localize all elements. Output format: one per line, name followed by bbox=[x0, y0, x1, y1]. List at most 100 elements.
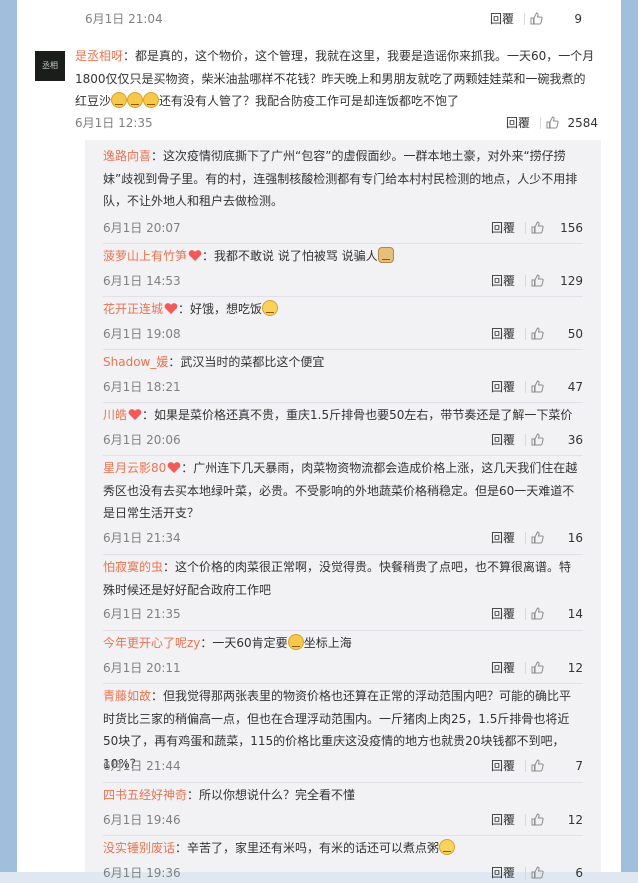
divider bbox=[103, 349, 583, 350]
reply-meta: 6月1日 14:53 回覆 129 bbox=[103, 271, 583, 291]
avatar[interactable]: 丞相 bbox=[35, 51, 65, 81]
reply-username[interactable]: 四书五经好神奇 bbox=[103, 788, 187, 802]
like-button[interactable]: 16 bbox=[527, 528, 583, 548]
reply-username[interactable]: 怕寂寞的虫 bbox=[103, 560, 163, 574]
thumbs-up-icon bbox=[531, 221, 544, 234]
reply-text: 怕寂寞的虫：这个价格的肉菜很正常啊，没觉得贵。快餐稍贵了点吧，也不算很离谱。特殊… bbox=[103, 556, 583, 601]
reply-button[interactable]: 回覆 bbox=[491, 324, 515, 344]
reply-body: ：所以你想说什么？完全看不懂 bbox=[187, 788, 356, 802]
reply-text: 四书五经好神奇：所以你想说什么？完全看不懂 bbox=[103, 784, 583, 807]
reply-button[interactable]: 回覆 bbox=[491, 218, 515, 238]
reply-username[interactable]: 青藤如故 bbox=[103, 689, 151, 703]
divider bbox=[103, 402, 583, 403]
reply-button[interactable]: 回覆 bbox=[506, 113, 530, 133]
reply-item: 川皓 ：如果是菜价格还真不贵，重庆1.5斤排骨也要50左右，带节奏还是了解一下菜价… bbox=[103, 404, 583, 456]
like-count: 16 bbox=[567, 531, 583, 545]
reply-item: 怕寂寞的虫：这个价格的肉菜很正常啊，没觉得贵。快餐稍贵了点吧，也不算很离谱。特殊… bbox=[103, 556, 583, 631]
like-button[interactable]: 12 bbox=[527, 658, 583, 678]
like-count: 50 bbox=[567, 327, 583, 341]
thumbs-up-icon bbox=[530, 12, 543, 25]
divider bbox=[103, 835, 583, 836]
like-count: 12 bbox=[567, 661, 583, 675]
divider bbox=[525, 532, 526, 544]
reply-username[interactable]: 菠萝山上有竹笋 bbox=[103, 249, 187, 263]
reply-body: ：如果是菜价格还真不贵，重庆1.5斤排骨也要50左右，带节奏还是了解一下菜价 bbox=[142, 408, 573, 422]
reply-meta: 6月1日 18:21 回覆 47 bbox=[103, 377, 583, 397]
reply-text: 花开正连城 ：好饿，想吃饭 bbox=[103, 298, 583, 321]
reply-list: 逸路向喜：这次疫情彻底撕下了广州“包容”的虚假面纱。一群本地土豪，对外来“捞仔捞… bbox=[85, 140, 601, 880]
like-count: 2584 bbox=[567, 116, 598, 130]
thumbs-up-icon bbox=[531, 380, 544, 393]
like-button[interactable]: 47 bbox=[527, 377, 583, 397]
reply-date: 6月1日 19:36 bbox=[103, 866, 181, 880]
reply-item: 逸路向喜：这次疫情彻底撕下了广州“包容”的虚假面纱。一群本地土豪，对外来“捞仔捞… bbox=[103, 145, 583, 244]
reply-button[interactable]: 回覆 bbox=[491, 863, 515, 883]
like-button[interactable]: 50 bbox=[527, 324, 583, 344]
reply-button[interactable]: 回覆 bbox=[491, 604, 515, 624]
vip-badge-icon bbox=[167, 462, 181, 473]
cry-emoji-icon bbox=[262, 300, 279, 316]
like-button[interactable]: 12 bbox=[527, 810, 583, 830]
like-button[interactable]: 9 bbox=[526, 9, 582, 29]
reply-button[interactable]: 回覆 bbox=[491, 528, 515, 548]
thumbs-up-icon bbox=[531, 531, 544, 544]
divider bbox=[103, 630, 583, 631]
reply-button[interactable]: 回覆 bbox=[491, 810, 515, 830]
like-button[interactable]: 36 bbox=[527, 430, 583, 450]
like-button[interactable]: 156 bbox=[527, 218, 583, 238]
like-count: 129 bbox=[560, 274, 583, 288]
reply-username[interactable]: 逸路向喜 bbox=[103, 149, 151, 163]
reply-item: 没实锤别废话：辛苦了，家里还有米吗，有米的话还可以煮点粥 6月1日 19:36 … bbox=[103, 837, 583, 880]
divider bbox=[525, 662, 526, 674]
divider bbox=[540, 117, 541, 129]
thumbs-up-icon bbox=[531, 759, 544, 772]
like-button[interactable]: 129 bbox=[527, 271, 583, 291]
like-button[interactable]: 7 bbox=[527, 756, 583, 776]
like-button[interactable]: 14 bbox=[527, 604, 583, 624]
reply-body-end: 坐标上海 bbox=[303, 636, 352, 650]
reply-meta: 6月1日 21:35 回覆 14 bbox=[103, 604, 583, 624]
divider bbox=[103, 296, 583, 297]
divider bbox=[103, 455, 583, 456]
reply-item: 菠萝山上有竹笋 ：我都不敢说 说了怕被骂 说骗人 6月1日 14:53 回覆 12… bbox=[103, 245, 583, 297]
thumbs-up-icon bbox=[546, 116, 559, 129]
reply-date: 6月1日 20:11 bbox=[103, 661, 181, 675]
laugh-emoji-icon bbox=[111, 92, 128, 108]
reply-meta: 6月1日 19:08 回覆 50 bbox=[103, 324, 583, 344]
reply-text: 星月云影80 ：广州连下几天暴雨，肉菜物资物流都会造成价格上涨，这几天我们住在越秀… bbox=[103, 457, 583, 525]
vip-badge-icon bbox=[164, 303, 178, 314]
reply-username[interactable]: 今年更开心了呢zy bbox=[103, 636, 200, 650]
reply-button[interactable]: 回覆 bbox=[490, 9, 514, 29]
reply-item: 青藤如故：但我觉得那两张表里的物资价格也还算在正常的浮动范围内吧？可能的确比平时… bbox=[103, 685, 583, 783]
reply-username[interactable]: 川皓 bbox=[103, 408, 127, 422]
reply-username[interactable]: Shadow_媛 bbox=[103, 355, 168, 369]
divider bbox=[525, 275, 526, 287]
divider bbox=[525, 760, 526, 772]
reply-button[interactable]: 回覆 bbox=[491, 658, 515, 678]
like-button[interactable]: 6 bbox=[527, 863, 583, 883]
comment-username[interactable]: 是丞相呀 bbox=[75, 49, 123, 63]
reply-button[interactable]: 回覆 bbox=[491, 271, 515, 291]
divider bbox=[103, 782, 583, 783]
reply-username[interactable]: 花开正连城 bbox=[103, 302, 163, 316]
reply-date: 6月1日 21:34 bbox=[103, 531, 181, 545]
reply-button[interactable]: 回覆 bbox=[491, 430, 515, 450]
comment-body-end: 还有没有人管了？我配合防疫工作可是却连饭都吃不饱了 bbox=[159, 94, 460, 108]
reply-meta: 6月1日 19:36 回覆 6 bbox=[103, 863, 583, 883]
reply-item: 星月云影80 ：广州连下几天暴雨，肉菜物资物流都会造成价格上涨，这几天我们住在越秀… bbox=[103, 457, 583, 555]
reply-username[interactable]: 星月云影80 bbox=[103, 461, 166, 475]
divider bbox=[525, 814, 526, 826]
reply-button[interactable]: 回覆 bbox=[491, 377, 515, 397]
laugh-cry-emoji-icon bbox=[287, 634, 304, 650]
like-button[interactable]: 2584 bbox=[542, 113, 598, 133]
reply-meta: 6月1日 19:46 回覆 12 bbox=[103, 810, 583, 830]
comment-text: 是丞相呀：都是真的，这个物价，这个管理，我就在这里，我要是造谣你来抓我。一天60… bbox=[75, 45, 597, 113]
reply-meta: 6月1日 20:11 回覆 12 bbox=[103, 658, 583, 678]
reply-button[interactable]: 回覆 bbox=[491, 756, 515, 776]
reply-item: 四书五经好神奇：所以你想说什么？完全看不懂 6月1日 19:46 回覆 12 bbox=[103, 784, 583, 836]
reply-item: Shadow_媛：武汉当时的菜都比这个便宜 6月1日 18:21 回覆 47 bbox=[103, 351, 583, 403]
divider bbox=[524, 13, 525, 25]
left-background bbox=[0, 0, 17, 872]
thumbs-up-icon bbox=[531, 433, 544, 446]
reply-username[interactable]: 没实锤别废话 bbox=[103, 841, 175, 855]
